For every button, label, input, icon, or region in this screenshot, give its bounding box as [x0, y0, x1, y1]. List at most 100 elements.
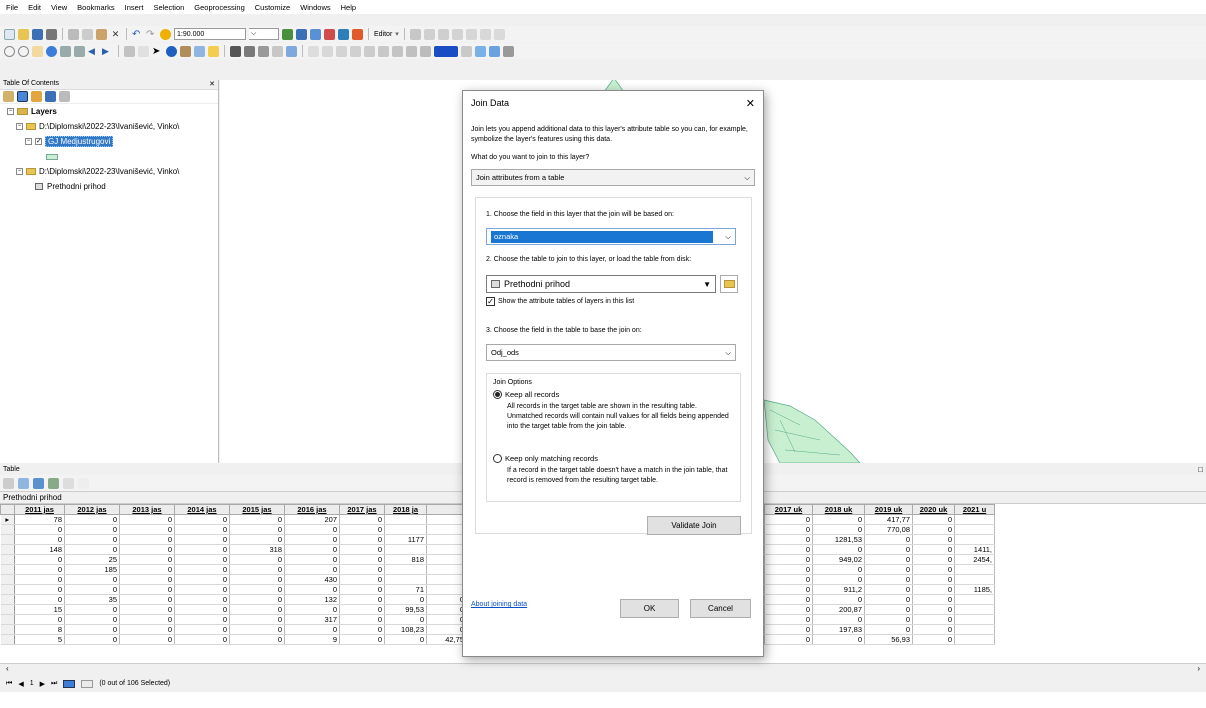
folder-row-1[interactable]: − D:\Diplomski\2022-23\Ivanišević, Vinko… [0, 119, 218, 134]
layout-toolbar-icon[interactable] [286, 45, 297, 57]
table-cell[interactable]: 0 [764, 624, 813, 635]
time-slider-icon[interactable] [258, 45, 269, 57]
table-cell[interactable]: 0 [64, 514, 120, 525]
row-selector[interactable] [0, 624, 15, 635]
table-cell[interactable]: 0 [912, 554, 955, 565]
column-header[interactable]: 2019 uk [864, 504, 913, 515]
table-cell[interactable] [426, 554, 467, 565]
table-cell[interactable]: 0 [812, 524, 865, 535]
join-type-select[interactable]: Join attributes from a table ⌵ [471, 169, 755, 186]
table-cell[interactable]: 0 [864, 574, 913, 585]
table-cell[interactable]: 42,75 [426, 634, 467, 645]
draw-ellipse-icon[interactable] [350, 45, 361, 57]
table-cell[interactable] [426, 514, 467, 525]
table-cell[interactable] [954, 574, 995, 585]
hyperlink-icon[interactable] [208, 45, 219, 57]
table-cell[interactable]: 0 [174, 624, 230, 635]
table-cell[interactable]: 0 [426, 604, 467, 615]
attributes-icon[interactable] [479, 28, 491, 40]
table-cell[interactable]: 0 [284, 524, 340, 535]
table-cell[interactable] [384, 574, 427, 585]
table-cell[interactable] [954, 634, 995, 645]
table-cell[interactable] [426, 564, 467, 575]
table-cell[interactable]: 0 [119, 634, 175, 645]
table-cell[interactable]: 0 [119, 534, 175, 545]
table-cell[interactable]: 0 [912, 534, 955, 545]
table-cell[interactable]: 0 [912, 524, 955, 535]
table-cell[interactable]: 0 [64, 534, 120, 545]
list-by-selection-icon[interactable] [45, 91, 56, 102]
table-cell[interactable]: 0 [912, 604, 955, 615]
table-cell[interactable]: 0 [764, 574, 813, 585]
table-cell[interactable] [954, 624, 995, 635]
table-cell[interactable]: 0 [812, 634, 865, 645]
column-header[interactable]: 2017 jas [339, 504, 385, 515]
table-cell[interactable] [384, 544, 427, 555]
table-cell[interactable]: 0 [912, 614, 955, 625]
table-cell[interactable]: 0 [864, 554, 913, 565]
table-cell[interactable] [384, 514, 427, 525]
table-cell[interactable]: 148 [14, 544, 65, 555]
table-cell[interactable] [426, 544, 467, 555]
column-header[interactable]: 2018 uk [812, 504, 865, 515]
row-selector[interactable] [0, 544, 15, 555]
table-cell[interactable]: 0 [339, 564, 385, 575]
table-cell[interactable]: 318 [229, 544, 285, 555]
draw-text-icon[interactable] [392, 45, 403, 57]
table-cell[interactable]: 0 [764, 544, 813, 555]
table-cell[interactable]: 430 [284, 574, 340, 585]
table-cell[interactable]: 0 [339, 514, 385, 525]
draw-curve-icon[interactable] [378, 45, 389, 57]
table-cell[interactable] [954, 614, 995, 625]
table-cell[interactable]: 0 [174, 584, 230, 595]
table-cell[interactable]: 0 [426, 594, 467, 605]
menu-windows[interactable]: Windows [300, 3, 330, 12]
python-icon[interactable] [352, 28, 363, 40]
validate-join-button[interactable]: Validate Join [647, 516, 741, 535]
menu-file[interactable]: File [6, 3, 18, 12]
copy-icon[interactable] [82, 28, 93, 40]
related-tables-icon[interactable] [18, 477, 29, 489]
full-extent-icon[interactable] [46, 45, 57, 57]
row-selector[interactable] [0, 634, 15, 645]
join-table-select[interactable]: Prethodni prihod ▼ [486, 275, 716, 293]
column-header[interactable]: 2018 ja [384, 504, 427, 515]
column-header[interactable]: 2011 jas [14, 504, 65, 515]
table-row-prethodni-prihod[interactable]: Prethodni prihod [0, 179, 218, 194]
table-cell[interactable] [954, 534, 995, 545]
table-cell[interactable]: 0 [339, 624, 385, 635]
table-cell[interactable] [954, 604, 995, 615]
table-cell[interactable] [954, 514, 995, 525]
table-cell[interactable]: 0 [14, 584, 65, 595]
pan-icon[interactable] [32, 45, 43, 57]
table-cell[interactable]: 0 [119, 574, 175, 585]
table-cell[interactable]: 0 [339, 594, 385, 605]
table-cell[interactable]: 0 [764, 614, 813, 625]
menu-help[interactable]: Help [341, 3, 356, 12]
table-cell[interactable]: 0 [229, 574, 285, 585]
cancel-button[interactable]: Cancel [690, 599, 751, 618]
table-cell[interactable]: 0 [764, 514, 813, 525]
table-cell[interactable]: 0 [864, 584, 913, 595]
table-cell[interactable]: 0 [284, 554, 340, 565]
catalog-icon[interactable] [310, 28, 321, 40]
line-color-icon[interactable] [461, 45, 472, 57]
sketch-properties-icon[interactable] [493, 28, 505, 40]
table-cell[interactable]: 185 [64, 564, 120, 575]
table-cell[interactable]: 0 [174, 524, 230, 535]
table-window-icon[interactable] [296, 28, 307, 40]
table-cell[interactable]: 0 [64, 634, 120, 645]
table-cell[interactable]: 0 [174, 574, 230, 585]
save-icon[interactable] [32, 28, 43, 40]
table-cell[interactable]: 200,87 [812, 604, 865, 615]
shadow-color-icon[interactable] [489, 45, 500, 57]
list-by-drawing-order-icon[interactable] [3, 91, 14, 102]
about-joining-data-link[interactable]: About joining data [471, 601, 527, 608]
table-cell[interactable]: 0 [912, 624, 955, 635]
table-cell[interactable]: 0 [339, 554, 385, 565]
scale-dropdown-icon[interactable]: ⌵ [249, 28, 279, 40]
column-header[interactable]: 2020 uk [912, 504, 955, 515]
add-data-icon[interactable] [160, 28, 171, 40]
row-selector[interactable] [0, 604, 15, 615]
table-cell[interactable]: 0 [119, 584, 175, 595]
